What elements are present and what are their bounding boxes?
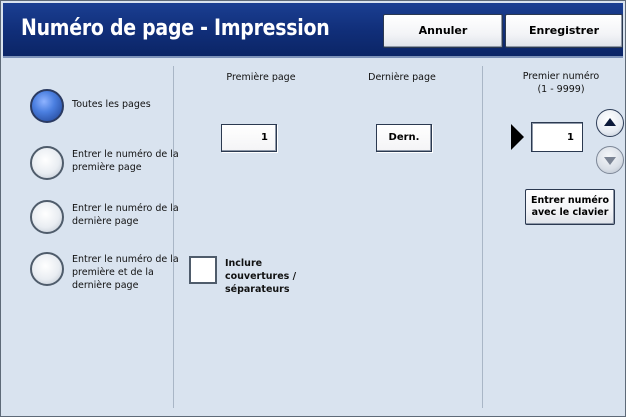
pointer-arrow-icon [511,124,524,150]
cancel-button[interactable]: Annuler [383,14,503,48]
content-panel: Toutes les pages Entrer le numéro de la … [3,58,624,414]
radio-button[interactable] [30,200,64,234]
last-page-field[interactable]: Dern. [376,124,432,152]
first-page-field[interactable]: 1 [221,124,277,152]
triangle-down-icon [604,157,616,165]
first-page-label: Première page [226,72,296,83]
keypad-entry-button[interactable]: Entrer numéro avec le clavier [525,189,615,225]
include-covers-checkbox[interactable] [189,256,217,284]
radio-label: Entrer le numéro de la dernière page [72,203,179,227]
radio-label: Entrer le numéro de la première page [72,149,179,173]
decrement-button[interactable] [596,146,624,174]
column-divider [482,66,483,408]
radio-label: Entrer le numéro de la première et de la… [72,254,179,291]
column-divider [173,66,174,408]
triangle-up-icon [604,118,616,126]
include-covers-label: Inclure couvertures / séparateurs [225,258,297,295]
last-page-label: Dernière page [368,72,436,83]
radio-button[interactable] [30,252,64,286]
title-bar: Numéro de page - Impression Annuler Enre… [3,3,623,58]
radio-button-selected[interactable] [30,89,64,123]
increment-button[interactable] [596,109,624,137]
save-button[interactable]: Enregistrer [505,14,623,48]
first-number-field[interactable]: 1 [531,122,583,152]
radio-label: Toutes les pages [72,99,151,110]
page-title: Numéro de page - Impression [21,16,330,41]
first-number-label: Premier numéro [522,71,600,82]
dialog-window: Numéro de page - Impression Annuler Enre… [0,0,626,417]
first-number-range: (1 - 9999) [537,84,585,95]
radio-button[interactable] [30,146,64,180]
